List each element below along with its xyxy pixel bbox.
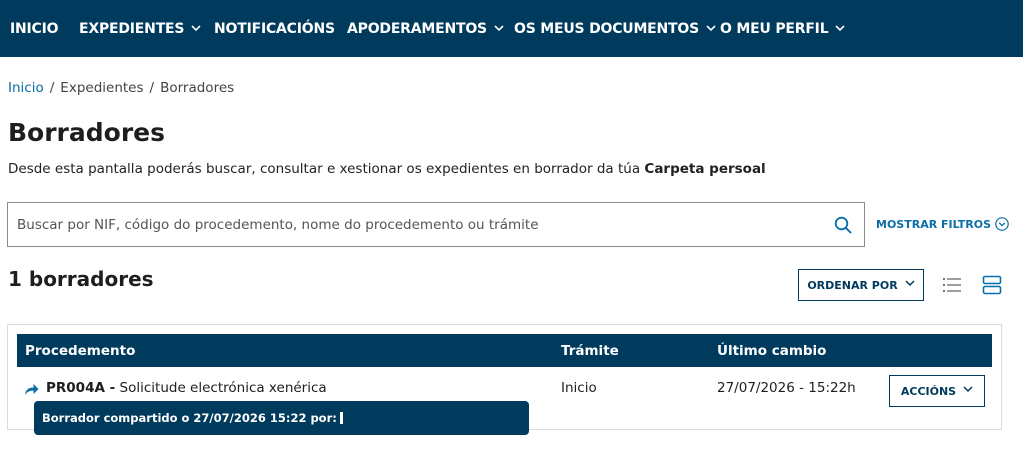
search-box [7,202,865,247]
breadcrumb: Inicio / Expedientes / Borradores [8,80,234,96]
column-header-tramite: Trámite [561,342,619,359]
nav-item-label: OS MEUS DOCUMENTOS [514,20,699,37]
nav-item-inicio[interactable]: INICIO [10,0,59,57]
breadcrumb-separator: / [149,80,155,96]
nav-item-notificacions[interactable]: NOTIFICACIÓNS [214,0,335,57]
sort-by-button[interactable]: ORDENAR POR [798,269,924,301]
actions-button[interactable]: ACCIÓNS [889,375,985,407]
column-header-ultimo-cambio: Último cambio [717,342,827,359]
column-header-procedemento: Procedemento [25,342,136,359]
chevron-down-icon [706,24,716,34]
chevron-circle-down-icon [995,217,1009,231]
chevron-down-icon [963,386,973,396]
tramite-cell: Inicio [561,380,597,396]
search-input[interactable] [17,203,817,246]
procedure-name: Solicitude electrónica xenérica [119,380,327,396]
show-filters-label: MOSTRAR FILTROS [876,217,992,231]
page-description-bold: Carpeta persoal [644,161,766,177]
nav-item-label: O MEU PERFIL [720,20,829,37]
breadcrumb-item-expedientes[interactable]: Expedientes [60,80,143,96]
nav-item-o-meu-perfil[interactable]: O MEU PERFIL [720,0,845,57]
breadcrumb-separator: / [49,80,55,96]
page-description: Desde esta pantalla poderás buscar, cons… [8,161,766,177]
nav-item-apoderamentos[interactable]: APODERAMENTOS [347,0,504,57]
page-description-text: Desde esta pantalla poderás buscar, cons… [8,161,641,177]
search-icon[interactable] [834,216,852,234]
nav-item-expedientes[interactable]: EXPEDIENTES [79,0,201,57]
tooltip-text: Borrador compartido o 27/07/2026 15:22 p… [42,411,337,425]
nav-item-label: NOTIFICACIÓNS [214,20,335,37]
procedure-code: PR004A - [46,380,116,396]
share-arrow-icon [24,381,39,395]
nav-item-label: EXPEDIENTES [79,20,185,37]
actions-label: ACCIÓNS [900,384,957,398]
breadcrumb-item-current: Borradores [160,80,235,96]
last-change-cell: 27/07/2026 - 15:22h [717,380,856,396]
list-view-icon[interactable] [942,276,962,294]
chevron-down-icon [905,280,915,290]
chevron-down-icon [835,24,845,34]
nav-item-label: INICIO [10,20,59,37]
nav-item-os-meus-documentos[interactable]: OS MEUS DOCUMENTOS [514,0,716,57]
top-navigation: INICIO EXPEDIENTES NOTIFICACIÓNS APODERA… [0,0,1023,57]
page-title: Borradores [8,118,165,147]
chevron-down-icon [494,24,504,34]
show-filters-link[interactable]: MOSTRAR FILTROS [876,217,1009,231]
card-view-icon[interactable] [982,275,1002,295]
shared-draft-tooltip: Borrador compartido o 27/07/2026 15:22 p… [34,401,529,435]
sort-by-label: ORDENAR POR [807,278,898,292]
chevron-down-icon [191,24,201,34]
results-count: 1 borradores [8,267,154,291]
procedure-cell[interactable]: PR004A - Solicitude electrónica xenérica [46,380,327,396]
breadcrumb-link-inicio[interactable]: Inicio [8,80,44,96]
redacted-user-name [339,412,343,424]
table-header: Procedemento Trámite Último cambio [17,334,992,367]
nav-item-label: APODERAMENTOS [347,20,487,37]
